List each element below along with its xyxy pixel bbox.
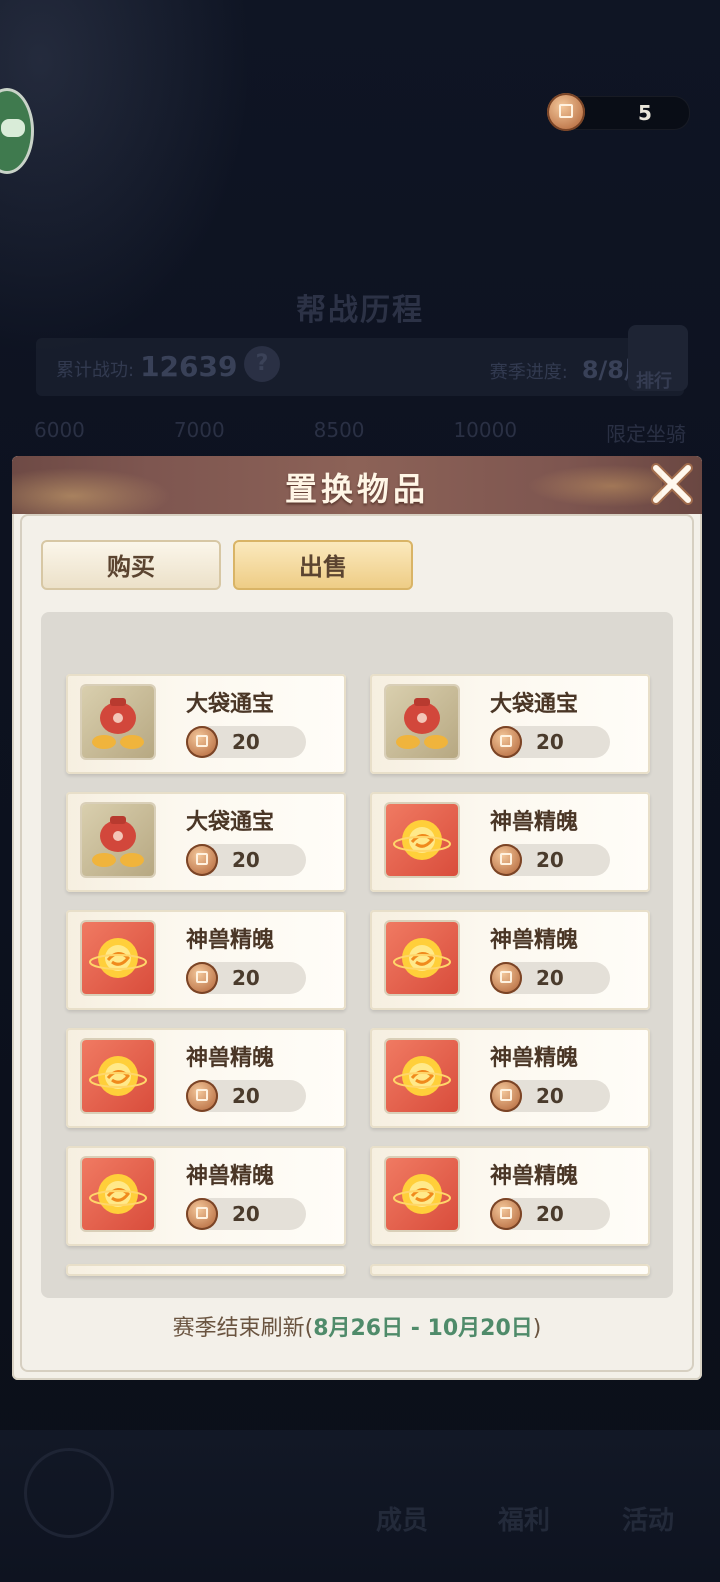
rank-label: 排行 (636, 371, 672, 392)
item-price: 20 (536, 730, 564, 754)
merit-label: 累计战功: (56, 360, 135, 381)
currency-amount: 5 (638, 101, 652, 125)
coin-icon (490, 844, 522, 876)
rank-button[interactable]: 排行 (628, 325, 688, 392)
price-tag: 20 (186, 962, 306, 994)
milestone: 限定坐骑 (605, 422, 686, 446)
coin-icon (186, 844, 218, 876)
spirit-orb-icon (386, 804, 458, 876)
season-progress-label: 赛季进度: (489, 362, 568, 383)
price-tag: 20 (186, 726, 306, 758)
nav-activity[interactable]: 活动 (622, 1500, 674, 1537)
item-card-partial[interactable] (66, 1264, 346, 1276)
background-title: 帮战历程 (296, 293, 424, 328)
price-tag: 20 (186, 1080, 306, 1112)
season-progress: 赛季进度: 8/8周 (490, 350, 648, 385)
spirit-orb-icon (386, 1040, 458, 1112)
price-tag: 20 (490, 844, 610, 876)
spirit-orb-icon (82, 1040, 154, 1112)
item-card[interactable]: 神兽精魄 20 (370, 1028, 650, 1128)
nav-welfare[interactable]: 福利 (498, 1500, 550, 1537)
item-price: 20 (232, 1084, 260, 1108)
item-name: 大袋通宝 (186, 810, 275, 835)
price-tag: 20 (186, 1198, 306, 1230)
item-name: 神兽精魄 (490, 810, 579, 835)
item-name: 神兽精魄 (186, 928, 275, 953)
refresh-prefix: 赛季结束刷新( (172, 1316, 314, 1341)
back-icon[interactable] (24, 1448, 114, 1538)
coin-icon (490, 962, 522, 994)
milestone: 10000 (453, 418, 518, 442)
coin-icon (490, 1198, 522, 1230)
item-list[interactable]: 大袋通宝 20 大袋通宝 20 大袋通宝 20 神兽精魄 20 神兽精魄 20 … (41, 612, 673, 1298)
tab-sell[interactable]: 出售 (233, 540, 413, 590)
merit-value: 12639 (140, 350, 238, 383)
item-name: 大袋通宝 (490, 692, 579, 717)
item-card[interactable]: 神兽精魄 20 (66, 910, 346, 1010)
close-icon (651, 463, 693, 505)
item-price: 20 (232, 730, 260, 754)
item-name: 神兽精魄 (186, 1046, 275, 1071)
nav-members[interactable]: 成员 (376, 1500, 428, 1537)
item-price: 20 (536, 1084, 564, 1108)
price-tag: 20 (490, 1198, 610, 1230)
coin-bag-icon (82, 686, 154, 758)
modal-title: 置换物品 (284, 470, 429, 508)
coin-icon (490, 1080, 522, 1112)
help-icon[interactable]: ? (244, 346, 280, 382)
refresh-suffix: ) (532, 1316, 542, 1341)
milestone: 8500 (313, 418, 365, 442)
item-name: 神兽精魄 (490, 1164, 579, 1189)
item-price: 20 (232, 848, 260, 872)
coin-icon (490, 726, 522, 758)
spirit-orb-icon (82, 922, 154, 994)
item-card[interactable]: 大袋通宝 20 (66, 792, 346, 892)
currency-counter: 5 (547, 93, 690, 131)
item-card-partial[interactable] (370, 1264, 650, 1276)
price-tag: 20 (490, 726, 610, 758)
item-price: 20 (232, 966, 260, 990)
milestones: 6000 7000 8500 10000 限定坐骑 (34, 418, 686, 448)
item-card[interactable]: 神兽精魄 20 (370, 910, 650, 1010)
item-card[interactable]: 神兽精魄 20 (66, 1028, 346, 1128)
tab-buy[interactable]: 购买 (41, 540, 221, 590)
item-price: 20 (232, 1202, 260, 1226)
item-card[interactable]: 神兽精魄 20 (370, 1146, 650, 1246)
item-price: 20 (536, 966, 564, 990)
spirit-orb-icon (386, 922, 458, 994)
item-card[interactable]: 大袋通宝 20 (370, 674, 650, 774)
item-price: 20 (536, 848, 564, 872)
coin-bag-icon (82, 804, 154, 876)
spirit-orb-icon (386, 1158, 458, 1230)
milestone: 7000 (173, 418, 225, 442)
item-name: 神兽精魄 (186, 1164, 275, 1189)
merit: 累计战功: 12639 (56, 350, 238, 383)
item-name: 神兽精魄 (490, 928, 579, 953)
close-button[interactable] (646, 458, 698, 510)
price-tag: 20 (490, 962, 610, 994)
item-name: 大袋通宝 (186, 692, 275, 717)
coin-icon (186, 962, 218, 994)
item-price: 20 (536, 1202, 564, 1226)
coin-icon (186, 726, 218, 758)
refresh-notice: 赛季结束刷新(8月26日 - 10月20日) (0, 1310, 714, 1342)
coin-icon (186, 1080, 218, 1112)
price-tag: 20 (490, 1080, 610, 1112)
coin-icon (186, 1198, 218, 1230)
item-name: 神兽精魄 (490, 1046, 579, 1071)
item-card[interactable]: 大袋通宝 20 (66, 674, 346, 774)
price-tag: 20 (186, 844, 306, 876)
item-card[interactable]: 神兽精魄 20 (370, 792, 650, 892)
refresh-dates: 8月26日 - 10月20日 (313, 1316, 533, 1341)
coin-icon (547, 93, 585, 131)
spirit-orb-icon (82, 1158, 154, 1230)
modal-header: 置换物品 (12, 456, 702, 514)
coin-bag-icon (386, 686, 458, 758)
milestone: 6000 (34, 418, 85, 442)
item-card[interactable]: 神兽精魄 20 (66, 1146, 346, 1246)
